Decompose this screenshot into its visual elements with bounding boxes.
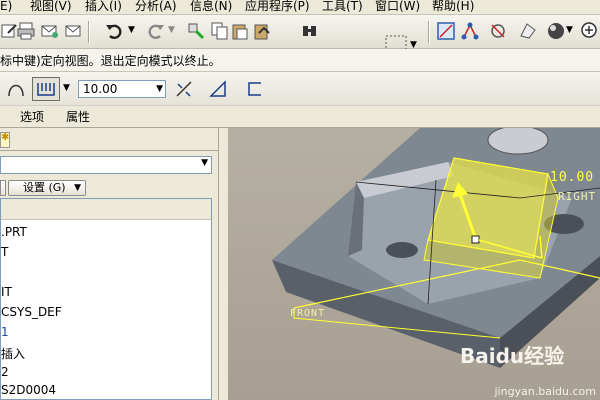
model-tree-tab[interactable]: ✱ [0,132,10,148]
dashboard-tabs: 选项 属性 [0,106,600,128]
print-icon[interactable] [16,21,36,41]
tree-item[interactable]: 1 [1,325,9,339]
zoom-in-icon[interactable] [580,21,600,41]
hole-left [386,242,418,258]
feature-dashboard: ▼ 10.00 ▼ [0,72,600,105]
blind-depth-icon [37,83,55,96]
depth-value-field[interactable]: 10.00 ▼ [78,80,166,98]
drag-handle[interactable] [471,235,480,244]
tree-item[interactable]: T [1,245,8,259]
tree-item[interactable]: 插入 [1,345,25,362]
model-selector[interactable]: ▼ [0,156,212,174]
menu-analysis[interactable]: 分析(A) [135,0,177,13]
menu-help[interactable]: 帮助(H) [432,0,474,13]
redo-icon[interactable] [146,21,166,41]
datum-point-display-icon[interactable] [488,21,508,41]
shading-icon[interactable] [546,21,566,41]
model-tree: .PRT T IT CSYS_DEF 1 插入 2 S2D0004 [0,198,212,400]
undo-dropdown-icon[interactable]: ▼ [128,25,135,35]
datum-axis-display-icon[interactable] [460,21,480,41]
tree-item[interactable]: 2 [1,365,9,379]
settings-button[interactable]: 设置 (G) ▼ [8,180,86,196]
coordinate-system-display-icon[interactable] [518,21,538,41]
tree-item[interactable]: CSYS_DEF [1,305,62,319]
tree-item[interactable]: S2D0004 [1,383,56,397]
undo-icon[interactable] [104,21,124,41]
sketch-plane-icon[interactable] [6,80,26,98]
flip-direction-icon[interactable] [174,80,194,98]
depth-option-button[interactable] [32,77,60,101]
front-plane-label: FRONT [290,308,326,319]
tree-item[interactable]: .PRT [1,225,27,239]
panel-splitter[interactable] [218,128,228,400]
model-selector-dropdown-icon[interactable]: ▼ [201,158,208,168]
regenerate-icon[interactable] [186,21,206,41]
depth-value-dropdown-icon[interactable]: ▼ [156,81,163,97]
redo-dropdown-icon[interactable]: ▼ [168,25,175,35]
datum-plane-display-icon[interactable] [436,21,456,41]
menu-view[interactable]: 视图(V) [30,0,72,13]
paste-icon[interactable] [230,21,250,41]
shading-dropdown-icon[interactable]: ▼ [566,25,573,35]
message-bar: 标中键)定向视图。退出定向模式以终止。 [0,49,600,72]
panel-divider [0,150,218,151]
tree-header [1,199,211,220]
tree-item[interactable]: IT [1,285,12,299]
menu-info[interactable]: 信息(N) [190,0,232,13]
tree-tab-star-icon: ✱ [1,132,10,143]
graphics-viewport[interactable]: 10.00 RIGHT FRONT Baidu经验 jingyan.baidu.… [228,128,600,400]
watermark-url: jingyan.baidu.com [494,385,596,398]
menu-bar: E) 视图(V) 插入(I) 分析(A) 信息(N) 应用程序(P) 工具(T)… [0,0,600,15]
menu-window[interactable]: 窗口(W) [375,0,420,13]
tab-options[interactable]: 选项 [20,108,44,125]
copy-icon[interactable] [210,21,230,41]
message-text: 标中键)定向视图。退出定向模式以终止。 [0,54,221,68]
watermark-logo: Baidu经验 [460,344,565,368]
menu-insert[interactable]: 插入(I) [85,0,122,13]
tab-properties[interactable]: 属性 [66,108,90,125]
show-button-edge[interactable] [0,180,6,196]
menu-edit[interactable]: E) [0,0,12,13]
model-tree-panel: ✱ ▼ 设置 (G) ▼ .PRT T IT CSYS_DEF 1 插入 2 S… [0,128,218,400]
settings-label: 设置 (G) [23,181,66,194]
remove-material-icon[interactable] [208,80,228,98]
find-icon[interactable] [300,21,320,41]
right-plane-label: RIGHT [558,190,597,203]
menu-applications[interactable]: 应用程序(P) [245,0,310,13]
paste-special-icon[interactable] [252,21,272,41]
menu-tools[interactable]: 工具(T) [322,0,363,13]
boss-top [487,128,549,155]
main-toolbar: ▼ ▼ ▼ ▼ [0,15,600,55]
depth-value-text: 10.00 [83,82,118,96]
depth-option-dropdown-icon[interactable]: ▼ [63,83,70,93]
mail-attach-icon[interactable] [64,21,84,41]
settings-dropdown-icon: ▼ [74,183,81,193]
thicken-sketch-icon[interactable] [246,80,264,98]
send-mail-icon[interactable] [40,21,60,41]
dimension-value-label[interactable]: 10.00 [550,170,594,185]
